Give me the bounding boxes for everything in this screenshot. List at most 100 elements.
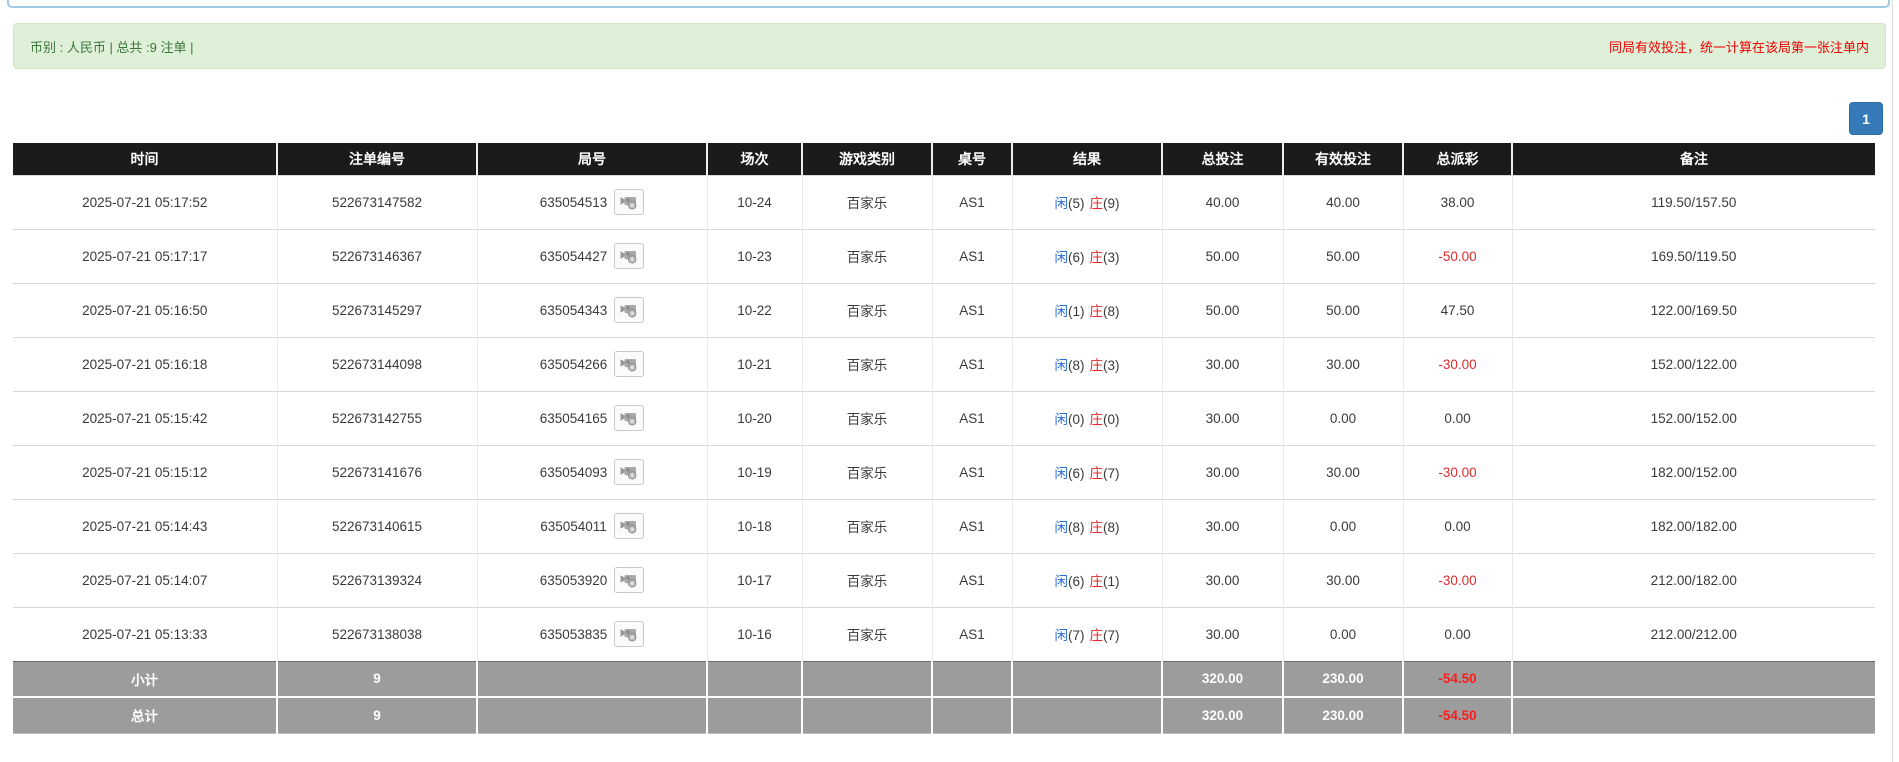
banker-result-label: 庄: [1090, 520, 1104, 535]
footer-empty-cell: [802, 661, 932, 697]
video-replay-button[interactable]: [614, 189, 644, 215]
cell-round-id: 635053920: [477, 553, 707, 607]
video-replay-button[interactable]: [614, 513, 644, 539]
col-header-table-no: 桌号: [932, 143, 1012, 175]
player-result-points: (8): [1068, 520, 1085, 535]
video-camera-icon: [620, 518, 638, 534]
banker-result-label: 庄: [1090, 250, 1104, 265]
banker-result-label: 庄: [1090, 574, 1104, 589]
cell-total-bet-link[interactable]: 30.00: [1162, 553, 1283, 607]
cell-total-bet-link[interactable]: 50.00: [1162, 283, 1283, 337]
player-result-label: 闲: [1055, 196, 1069, 211]
bet-record-row: 2025-07-21 05:15:42 522673142755 6350541…: [13, 391, 1875, 445]
video-camera-icon: [620, 356, 638, 372]
cell-total-bet-link[interactable]: 50.00: [1162, 229, 1283, 283]
cell-total-bet-link[interactable]: 30.00: [1162, 337, 1283, 391]
cell-result: 闲(0)庄(0): [1012, 391, 1162, 445]
round-number: 635053920: [540, 573, 608, 588]
footer-empty-cell: [802, 697, 932, 733]
banker-result-points: (8): [1103, 520, 1120, 535]
col-header-bet-id: 注单编号: [277, 143, 477, 175]
round-number: 635054343: [540, 303, 608, 318]
col-header-round-id: 局号: [477, 143, 707, 175]
cell-game-type: 百家乐: [802, 175, 932, 229]
cell-valid-bet: 50.00: [1283, 283, 1403, 337]
cell-valid-bet: 30.00: [1283, 553, 1403, 607]
banker-result-label: 庄: [1090, 628, 1104, 643]
cell-bet-id: 522673147582: [277, 175, 477, 229]
footer-empty-cell: [707, 697, 802, 733]
cell-game-type: 百家乐: [802, 445, 932, 499]
cell-bet-id: 522673138038: [277, 607, 477, 661]
player-result-label: 闲: [1055, 358, 1069, 373]
player-result-label: 闲: [1055, 304, 1069, 319]
cell-valid-bet: 0.00: [1283, 391, 1403, 445]
banker-result-points: (7): [1103, 466, 1120, 481]
page-1-button[interactable]: 1: [1849, 102, 1883, 135]
cell-result: 闲(8)庄(3): [1012, 337, 1162, 391]
banker-result-label: 庄: [1090, 358, 1104, 373]
cell-game-type: 百家乐: [802, 283, 932, 337]
subtotal-row: 小计 9 320.00 230.00 -54.50: [13, 661, 1875, 697]
cell-game-type: 百家乐: [802, 499, 932, 553]
cell-round-id: 635054165: [477, 391, 707, 445]
cell-valid-bet: 0.00: [1283, 499, 1403, 553]
video-replay-button[interactable]: [614, 243, 644, 269]
bet-records-table: 时间 注单编号 局号 场次 游戏类别 桌号 结果 总投注 有效投注 总派彩 备注…: [13, 143, 1875, 734]
cell-table-no: AS1: [932, 283, 1012, 337]
cell-session: 10-23: [707, 229, 802, 283]
col-header-time: 时间: [13, 143, 277, 175]
bet-record-row: 2025-07-21 05:17:52 522673147582 6350545…: [13, 175, 1875, 229]
video-replay-button[interactable]: [614, 297, 644, 323]
subtotal-label: 小计: [13, 661, 277, 697]
video-camera-icon: [620, 302, 638, 318]
cell-table-no: AS1: [932, 175, 1012, 229]
player-result-points: (5): [1068, 196, 1085, 211]
cell-valid-bet: 30.00: [1283, 337, 1403, 391]
cell-time: 2025-07-21 05:13:33: [13, 607, 277, 661]
cell-session: 10-18: [707, 499, 802, 553]
video-replay-button[interactable]: [614, 459, 644, 485]
banker-result-points: (0): [1103, 412, 1120, 427]
cell-valid-bet: 50.00: [1283, 229, 1403, 283]
cell-total-bet-link[interactable]: 40.00: [1162, 175, 1283, 229]
bet-record-row: 2025-07-21 05:14:07 522673139324 6350539…: [13, 553, 1875, 607]
subtotal-valid-bet: 230.00: [1283, 661, 1403, 697]
summary-alert-bar: 币别 : 人民币 | 总共 :9 注单 | 同局有效投注，统一计算在该局第一张注…: [13, 23, 1886, 69]
player-result-label: 闲: [1055, 628, 1069, 643]
cell-time: 2025-07-21 05:14:43: [13, 499, 277, 553]
footer-empty-cell: [932, 697, 1012, 733]
page-right-edge-line: [1892, 0, 1893, 762]
footer-empty-cell: [477, 697, 707, 733]
cell-payout: 0.00: [1403, 499, 1512, 553]
cell-time: 2025-07-21 05:16:50: [13, 283, 277, 337]
cell-time: 2025-07-21 05:15:42: [13, 391, 277, 445]
cell-total-bet-link[interactable]: 30.00: [1162, 391, 1283, 445]
round-number: 635054513: [540, 195, 608, 210]
banker-result-label: 庄: [1090, 412, 1104, 427]
video-replay-button[interactable]: [614, 405, 644, 431]
cell-table-no: AS1: [932, 499, 1012, 553]
bet-record-row: 2025-07-21 05:16:50 522673145297 6350543…: [13, 283, 1875, 337]
video-replay-button[interactable]: [614, 567, 644, 593]
col-header-result: 结果: [1012, 143, 1162, 175]
cell-total-bet-link[interactable]: 30.00: [1162, 499, 1283, 553]
cell-payout: -50.00: [1403, 229, 1512, 283]
cell-table-no: AS1: [932, 445, 1012, 499]
cell-round-id: 635054093: [477, 445, 707, 499]
banker-result-label: 庄: [1090, 304, 1104, 319]
video-replay-button[interactable]: [614, 351, 644, 377]
player-result-label: 闲: [1055, 574, 1069, 589]
cell-remark: 152.00/122.00: [1512, 337, 1875, 391]
banker-result-points: (3): [1103, 250, 1120, 265]
cell-payout: 38.00: [1403, 175, 1512, 229]
video-replay-button[interactable]: [614, 621, 644, 647]
col-header-valid-bet: 有效投注: [1283, 143, 1403, 175]
player-result-points: (1): [1068, 304, 1085, 319]
col-header-remark: 备注: [1512, 143, 1875, 175]
video-camera-icon: [620, 626, 638, 642]
cell-total-bet-link[interactable]: 30.00: [1162, 445, 1283, 499]
banker-result-points: (1): [1103, 574, 1120, 589]
cell-total-bet-link[interactable]: 30.00: [1162, 607, 1283, 661]
player-result-label: 闲: [1055, 466, 1069, 481]
